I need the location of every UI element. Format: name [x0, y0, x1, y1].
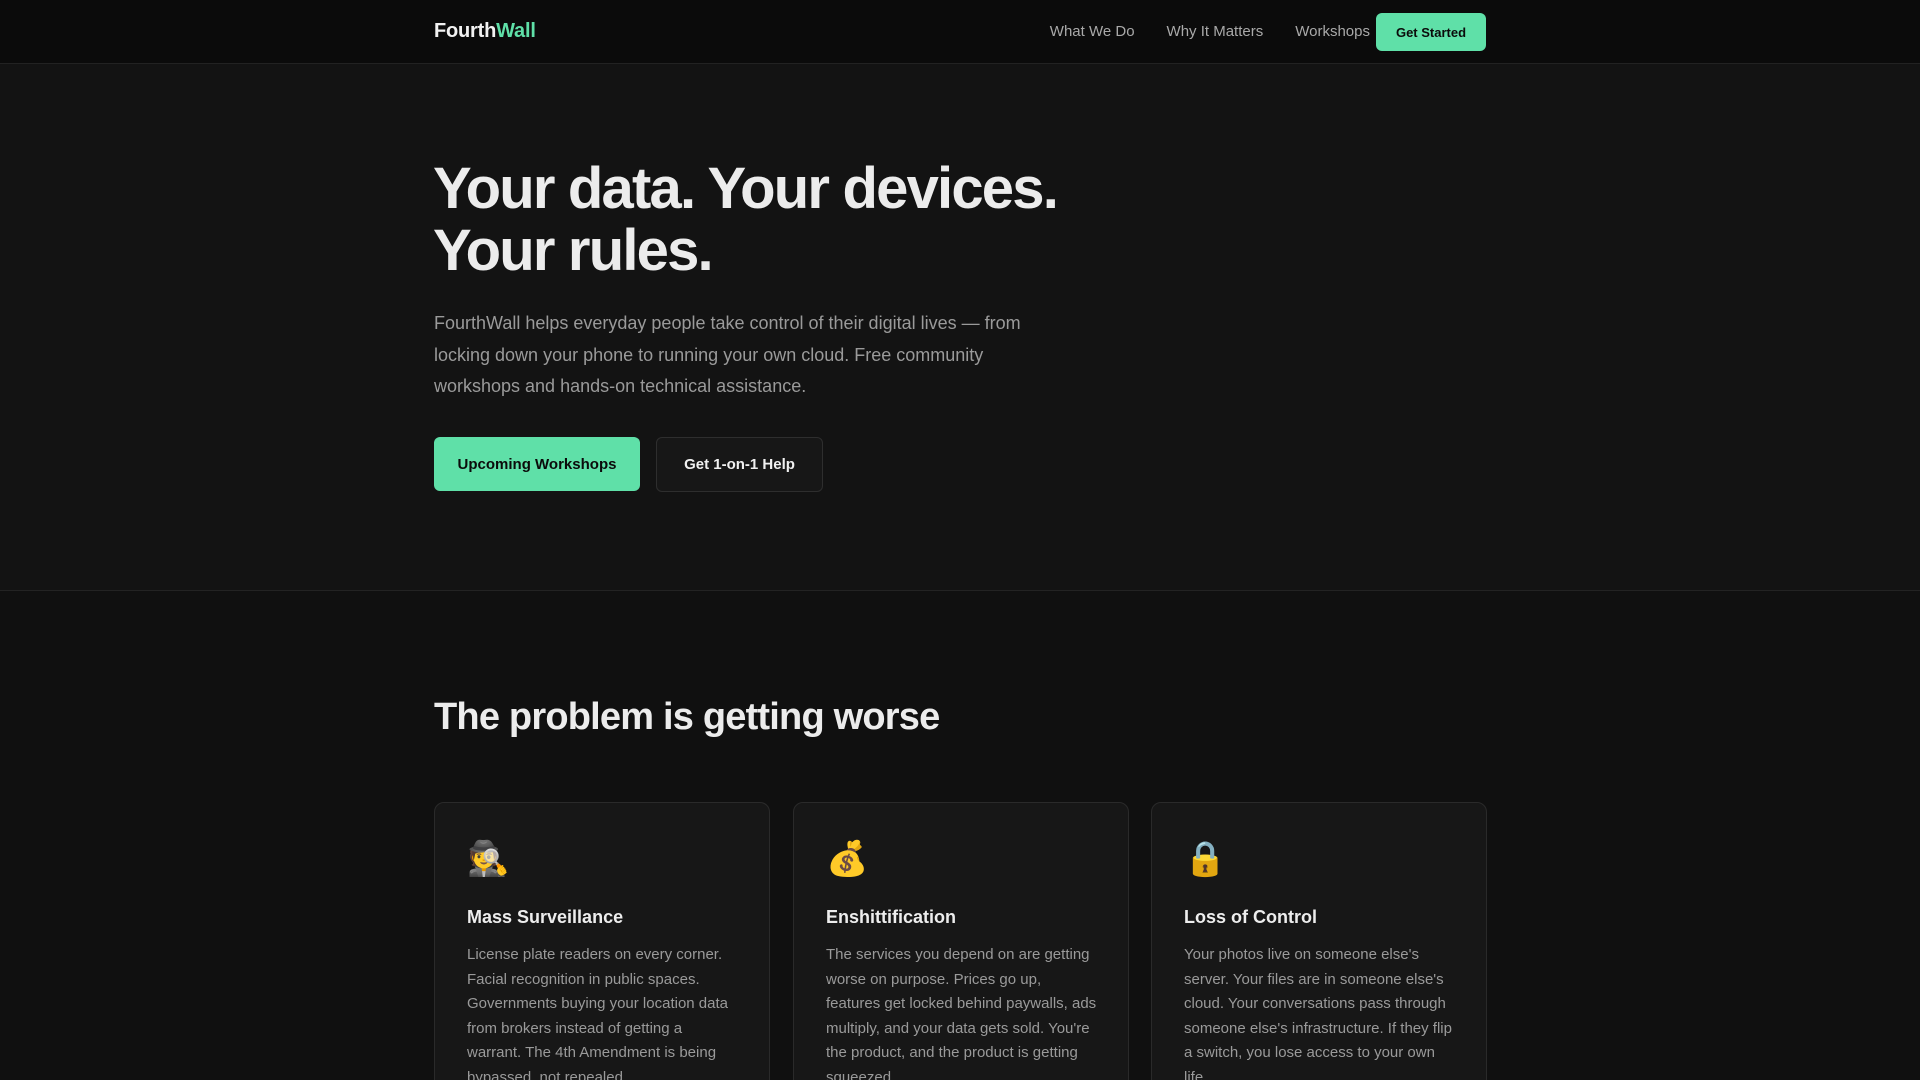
- hero-title-line1: Your data. Your devices.: [433, 156, 1059, 221]
- logo[interactable]: FourthWall: [434, 20, 536, 43]
- money-bag-icon: 💰: [826, 840, 869, 878]
- detective-icon: 🕵️: [467, 840, 510, 878]
- card-enshittification: 💰 Enshittification The services you depe…: [793, 802, 1129, 1080]
- hero-title: Your data. Your devices. Your rules.: [433, 158, 1133, 282]
- hero-title-line2: Your rules.: [433, 218, 714, 283]
- nav-link-workshops[interactable]: Workshops: [1295, 23, 1370, 40]
- card-text: Your photos live on someone else's serve…: [1184, 946, 1452, 1080]
- logo-primary: Fourth: [434, 20, 497, 42]
- top-navbar: FourthWall What We Do Why It Matters Wor…: [0, 0, 1920, 64]
- nav-link-what-we-do[interactable]: What We Do: [1050, 23, 1135, 40]
- nav-links: What We Do Why It Matters Workshops: [1050, 0, 1370, 63]
- lock-icon: 🔒: [1184, 840, 1227, 878]
- hero-section: Your data. Your devices. Your rules. Fou…: [0, 64, 1920, 591]
- card-title: Mass Surveillance: [467, 907, 624, 927]
- get-help-button[interactable]: Get 1-on-1 Help: [656, 437, 823, 492]
- section-title: The problem is getting worse: [434, 696, 940, 738]
- card-mass-surveillance: 🕵️ Mass Surveillance License plate reade…: [434, 802, 770, 1080]
- card-text: License plate readers on every corner. F…: [467, 946, 728, 1080]
- logo-accent: Wall: [496, 20, 536, 42]
- get-started-button[interactable]: Get Started: [1376, 13, 1486, 51]
- nav-link-why-it-matters[interactable]: Why It Matters: [1167, 23, 1264, 40]
- card-loss-of-control: 🔒 Loss of Control Your photos live on so…: [1151, 802, 1487, 1080]
- card-title: Loss of Control: [1184, 907, 1317, 927]
- hero-subtitle: FourthWall helps everyday people take co…: [434, 313, 1021, 396]
- card-text: The services you depend on are getting w…: [826, 946, 1097, 1080]
- upcoming-workshops-button[interactable]: Upcoming Workshops: [434, 437, 640, 491]
- card-title: Enshittification: [826, 907, 956, 927]
